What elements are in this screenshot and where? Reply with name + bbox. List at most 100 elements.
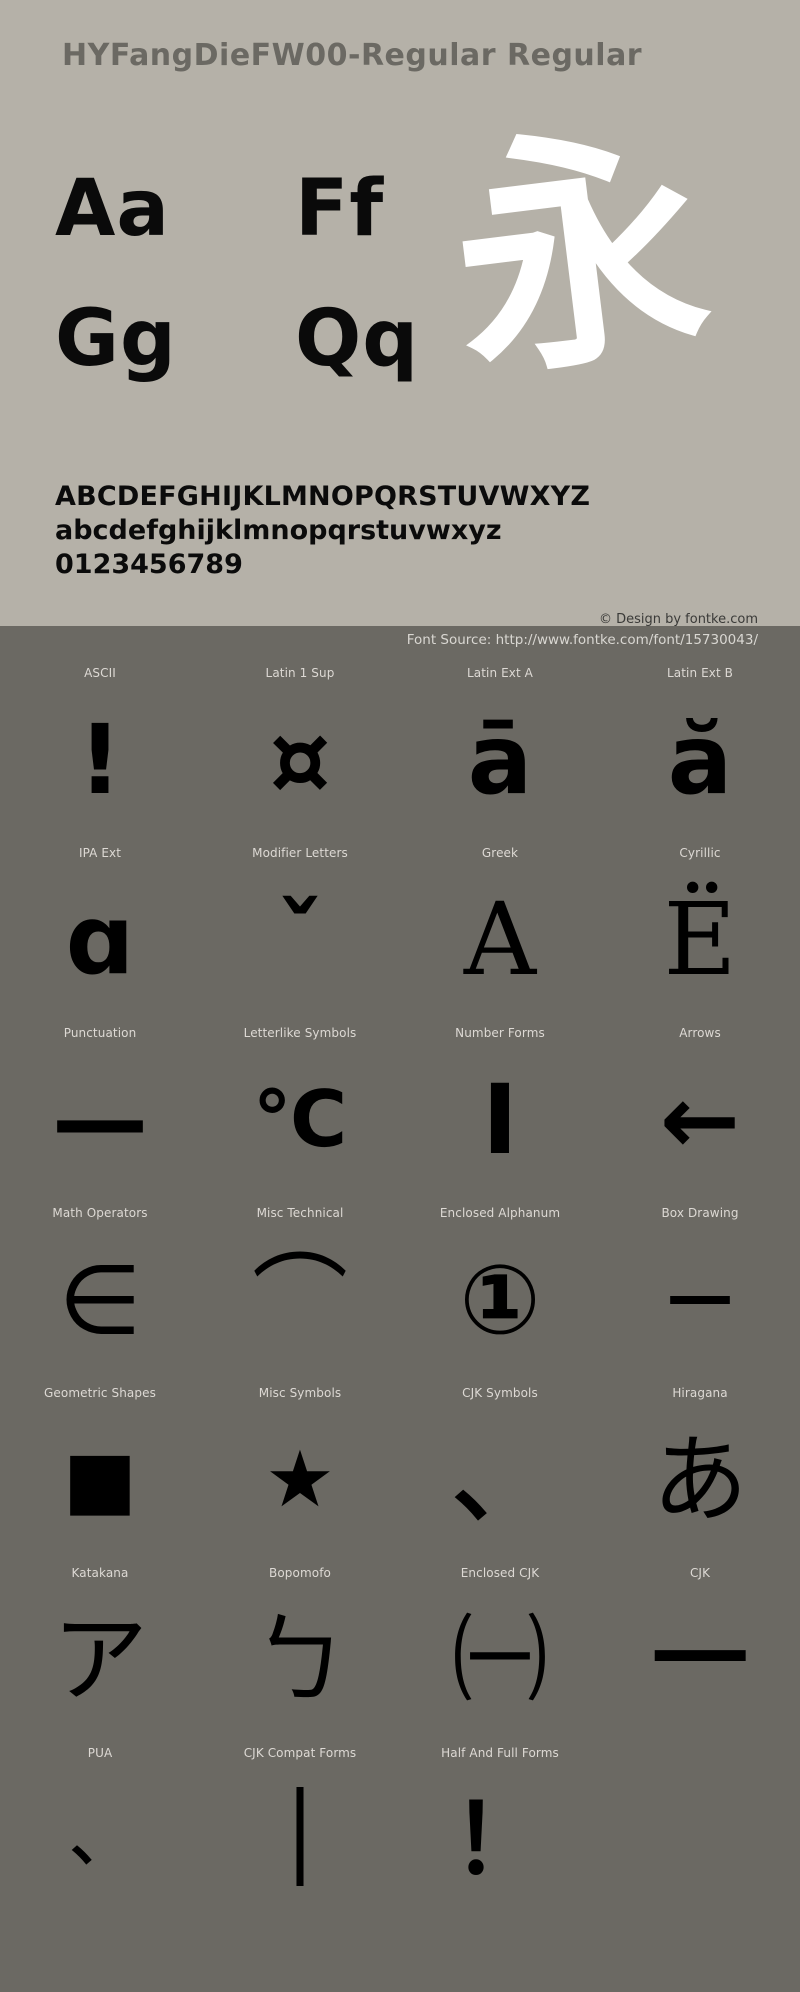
unicode-block-label: Misc Symbols	[258, 1386, 342, 1400]
letter-pair-sample: Gg	[55, 294, 177, 384]
unicode-block-glyph: あ	[652, 1424, 748, 1536]
unicode-block-label: Latin 1 Sup	[265, 666, 335, 680]
unicode-block-cell-ascii[interactable]: ASCII!	[0, 660, 200, 840]
unicode-block-label: CJK Compat Forms	[243, 1746, 357, 1760]
unicode-block-cell-cyrillic[interactable]: Cyrillic Ё	[600, 840, 800, 1020]
unicode-block-cell-cjk-symbols[interactable]: CJK Symbols 、	[400, 1380, 600, 1560]
unicode-block-glyph: ¤	[269, 704, 331, 816]
unicode-block-cell-empty[interactable]	[600, 1740, 800, 1920]
unicode-block-label: Arrows	[679, 1026, 721, 1040]
unicode-block-label: Box Drawing	[661, 1206, 739, 1220]
unicode-block-glyph: ア	[52, 1604, 148, 1716]
unicode-block-label: Math Operators	[52, 1206, 148, 1220]
unicode-block-label: Greek	[481, 846, 519, 860]
unicode-block-glyph: ℃	[252, 1075, 348, 1165]
unicode-block-cell-hiragana[interactable]: Hiragana あ	[600, 1380, 800, 1560]
letter-pair-sample: Aa	[55, 164, 171, 254]
unicode-block-label: Hiragana	[672, 1386, 728, 1400]
unicode-block-cell-punctuation[interactable]: Punctuation —	[0, 1020, 200, 1200]
unicode-block-glyph: ā	[467, 704, 533, 816]
unicode-block-glyph: ˇ	[276, 884, 324, 996]
unicode-block-cell-half-and-full-forms[interactable]: Half And Full Forms ！	[400, 1740, 600, 1920]
unicode-block-cell-geometric-shapes[interactable]: Geometric Shapes ■	[0, 1380, 200, 1560]
unicode-block-glyph: ɑ	[65, 884, 135, 996]
unicode-block-cell-pua[interactable]: PUA 、	[0, 1740, 200, 1920]
unicode-block-label: CJK Symbols	[462, 1386, 538, 1400]
showcase-cjk-glyph: 永	[438, 94, 722, 415]
unicode-block-glyph: ■	[63, 1435, 137, 1525]
unicode-block-row: Geometric Shapes ■ Misc Symbols ★ CJK Symbol…	[0, 1380, 800, 1560]
unicode-block-cell-cjk-compat-forms[interactable]: CJK Compat Forms ｜	[200, 1740, 400, 1920]
unicode-block-row: PUA 、 CJK Compat Forms ｜ Half And Full Forms…	[0, 1740, 800, 1920]
unicode-block-glyph: ∈	[58, 1244, 142, 1356]
unicode-block-label: Enclosed Alphanum	[439, 1206, 561, 1220]
unicode-block-label: Geometric Shapes	[44, 1386, 156, 1400]
unicode-block-cell-latin-ext-a[interactable]: Latin Ext A ā	[400, 660, 600, 840]
unicode-block-glyph: Ё	[663, 881, 737, 998]
unicode-block-label: CJK	[689, 1566, 711, 1580]
unicode-block-glyph: ←	[659, 1064, 741, 1176]
unicode-block-cell-arrows[interactable]: Arrows ←	[600, 1020, 800, 1200]
unicode-block-cell-letterlike-symbols[interactable]: Letterlike Symbols ℃	[200, 1020, 400, 1200]
unicode-block-label: Latin Ext B	[666, 666, 734, 680]
unicode-block-label: PUA	[87, 1746, 113, 1760]
unicode-block-row: Punctuation — Letterlike Symbols ℃ Number Fo…	[0, 1020, 800, 1200]
unicode-block-label: Enclosed CJK	[460, 1566, 540, 1580]
unicode-block-cell-misc-technical[interactable]: Misc Technical ⌒	[200, 1200, 400, 1380]
unicode-block-label: ASCII	[84, 666, 116, 680]
alphabet-uppercase-line: ABCDEFGHIJKLMNOPQRSTUVWXYZ	[55, 481, 591, 512]
letter-pair-sample: Qq	[295, 294, 420, 384]
unicode-block-cell-latin-1-sup[interactable]: Latin 1 Sup ¤	[200, 660, 400, 840]
unicode-block-glyph: —	[52, 1064, 148, 1176]
unicode-block-cell-enclosed-cjk[interactable]: Enclosed CJK ㈠	[400, 1560, 600, 1740]
unicode-block-cell-katakana[interactable]: Katakana ア	[0, 1560, 200, 1740]
unicode-block-glyph: ㄅ	[252, 1604, 348, 1716]
unicode-block-label: Modifier Letters	[252, 846, 348, 860]
unicode-block-label: Number Forms	[455, 1026, 545, 1040]
unicode-block-cell-cjk[interactable]: CJK 一	[600, 1560, 800, 1740]
unicode-block-label: IPA Ext	[78, 846, 122, 860]
page-title: HYFangDieFW00-Regular Regular	[62, 38, 643, 73]
unicode-block-glyph: ①	[459, 1244, 541, 1356]
unicode-block-cell-enclosed-alphanum[interactable]: Enclosed Alphanum ①	[400, 1200, 600, 1380]
unicode-block-label: Punctuation	[63, 1026, 137, 1040]
unicode-block-glyph: ă	[667, 704, 733, 816]
unicode-block-cell-latin-ext-b[interactable]: Latin Ext B ă	[600, 660, 800, 840]
unicode-block-label: Bopomofo	[269, 1566, 331, 1580]
unicode-block-label: Half And Full Forms	[441, 1746, 559, 1760]
unicode-block-glyph: ─	[671, 1244, 729, 1356]
unicode-block-cell-box-drawing[interactable]: Box Drawing ─	[600, 1200, 800, 1380]
unicode-block-cell-number-forms[interactable]: Number Forms Ⅰ	[400, 1020, 600, 1200]
unicode-block-label: Katakana	[71, 1566, 129, 1580]
unicode-block-row: Math Operators ∈ Misc Technical ⌒ Enclosed A…	[0, 1200, 800, 1380]
unicode-block-label: Cyrillic	[679, 846, 721, 860]
unicode-block-glyph: Α	[463, 881, 537, 998]
unicode-block-grid: ASCII! Latin 1 Sup ¤ Latin Ext Aā Latin Ext …	[0, 660, 800, 1920]
alphabet-lowercase-line: abcdefghijklmnopqrstuvwxyz	[55, 515, 502, 546]
alphabet-digits-line: 0123456789	[55, 549, 243, 580]
unicode-block-row: IPA Ext ɑ Modifier Letters ˇ Greek Α Cyrillic Ё	[0, 840, 800, 1020]
unicode-block-glyph: 、	[452, 1424, 548, 1536]
unicode-block-glyph: 、	[70, 1805, 130, 1875]
unicode-block-glyph	[600, 1746, 800, 1920]
letter-pair-sample: Ff	[295, 164, 385, 254]
unicode-block-cell-ipa-ext[interactable]: IPA Ext ɑ	[0, 840, 200, 1020]
unicode-block-cell-misc-symbols[interactable]: Misc Symbols ★	[200, 1380, 400, 1560]
unicode-block-glyph: !	[78, 704, 122, 816]
letter-pair-samples: Aa Ff Gg Qq	[55, 170, 425, 405]
font-source-bar: Font Source: http://www.fontke.com/font/…	[0, 626, 800, 660]
unicode-block-cell-math-operators[interactable]: Math Operators ∈	[0, 1200, 200, 1380]
unicode-block-cell-modifier-letters[interactable]: Modifier Letters ˇ	[200, 840, 400, 1020]
unicode-block-label: Latin Ext A	[466, 666, 533, 680]
alphabet-sample-block: ABCDEFGHIJKLMNOPQRSTUVWXYZ abcdefghijklm…	[55, 480, 755, 582]
unicode-block-cell-bopomofo[interactable]: Bopomofo ㄅ	[200, 1560, 400, 1740]
unicode-block-glyph: Ⅰ	[482, 1064, 518, 1176]
unicode-block-label: Letterlike Symbols	[243, 1026, 357, 1040]
unicode-block-glyph: ㈠	[452, 1604, 548, 1716]
unicode-block-cell-greek[interactable]: Greek Α	[400, 840, 600, 1020]
copyright-notice: © Design by fontke.com	[598, 612, 758, 626]
unicode-block-row: ASCII! Latin 1 Sup ¤ Latin Ext Aā Latin Ext …	[0, 660, 800, 840]
unicode-block-glyph: ⌒	[252, 1244, 348, 1356]
font-source-link[interactable]: Font Source: http://www.fontke.com/font/…	[407, 632, 758, 648]
unicode-block-glyph: ！	[452, 1784, 548, 1896]
